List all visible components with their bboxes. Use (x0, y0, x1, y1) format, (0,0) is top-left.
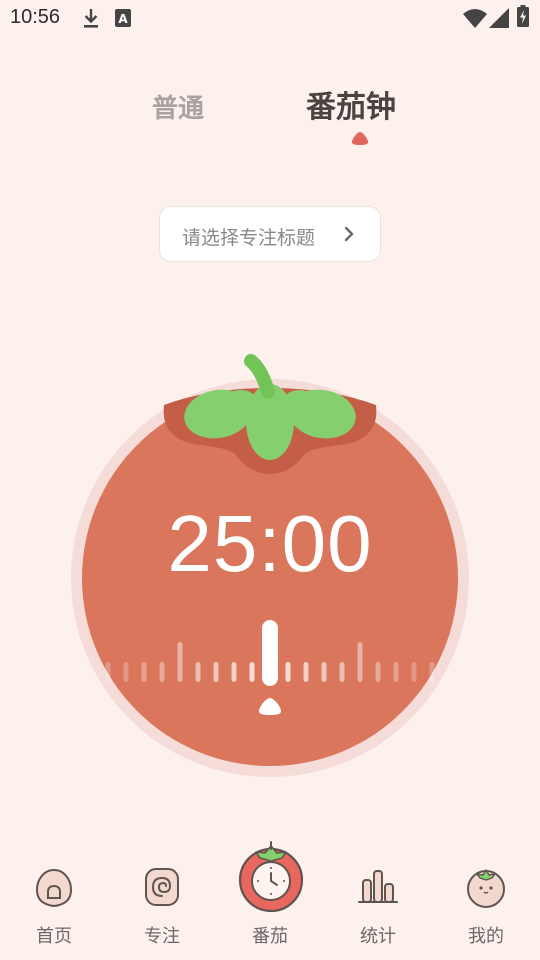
timer-tick (249, 662, 255, 682)
timer-display: 25:00 (167, 499, 373, 588)
tab-normal[interactable]: 普通 (152, 88, 204, 125)
nav-stats-label[interactable]: 统计 (338, 922, 418, 948)
nav-profile-tomato-icon[interactable] (465, 866, 507, 908)
svg-text:A: A (118, 12, 128, 26)
battery-icon (517, 5, 529, 27)
timer-tick (141, 662, 147, 682)
timer-tick (375, 662, 381, 682)
nav-focus-icon[interactable] (144, 867, 180, 907)
timer-tick (303, 662, 309, 682)
nav-tomato-label[interactable]: 番茄 (230, 922, 310, 948)
nav-stats-icon[interactable] (358, 868, 398, 904)
timer-tick (393, 662, 399, 682)
signal-icon (489, 8, 509, 28)
timer-tick (213, 662, 219, 682)
timer-tick (411, 662, 417, 682)
timer-tick (105, 662, 111, 682)
timer-tick (285, 662, 291, 682)
notification-a-icon: A (115, 9, 131, 27)
timer-tick (339, 662, 345, 682)
download-icon (84, 9, 98, 28)
timer-tick (123, 662, 129, 682)
timer-tick (429, 662, 435, 682)
timer-pointer (262, 620, 278, 686)
focus-topic-label: 请选择专注标题 (182, 227, 316, 249)
timer-tick (195, 662, 201, 682)
tab-pomodoro[interactable]: 番茄钟 (306, 82, 396, 126)
nav-home-icon[interactable] (35, 868, 73, 908)
nav-mine-label[interactable]: 我的 (446, 922, 526, 948)
status-time: 10:56 (10, 6, 61, 28)
nav-focus-label[interactable]: 专注 (122, 922, 202, 948)
status-bar: 10:56 A (0, 0, 540, 38)
timer-tick (231, 662, 237, 682)
wifi-icon (463, 9, 487, 28)
timer-tick (159, 662, 165, 682)
nav-tomato-clock-icon[interactable] (237, 840, 305, 912)
tab-active-indicator (352, 132, 368, 145)
chevron-right-icon (344, 226, 354, 242)
timer-tick (357, 642, 363, 682)
timer-tick (177, 642, 183, 682)
timer-tick (321, 662, 327, 682)
focus-topic-selector[interactable]: 请选择专注标题 (159, 206, 381, 262)
nav-home-label[interactable]: 首页 (14, 922, 94, 948)
